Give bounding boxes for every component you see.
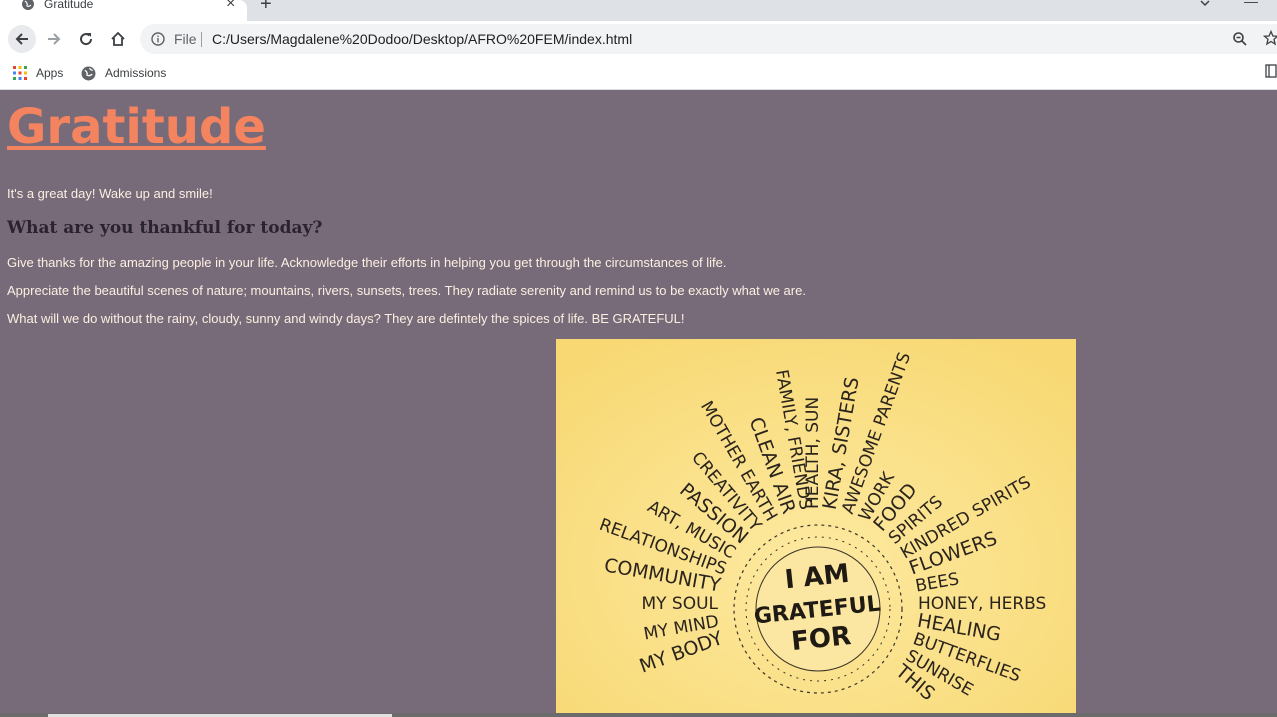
close-tab-icon[interactable]: × <box>226 0 235 12</box>
page-content: Gratitude It's a great day! Wake up and … <box>0 90 1277 717</box>
apps-grid-icon <box>13 66 27 80</box>
info-icon[interactable] <box>151 32 165 46</box>
poster-word: HEALTH, SUN <box>803 397 823 509</box>
address-bar[interactable]: File C:/Users/Magdalene%20Dodoo/Desktop/… <box>140 24 1277 54</box>
reading-list-icon[interactable] <box>1265 64 1277 78</box>
poster-word: HONEY, HERBS <box>918 594 1046 614</box>
paragraph: What will we do without the rainy, cloud… <box>7 311 685 326</box>
reload-button[interactable] <box>72 25 100 53</box>
home-icon <box>111 31 125 46</box>
forward-button[interactable] <box>40 25 68 53</box>
globe-icon <box>81 66 96 80</box>
paragraph: Give thanks for the amazing people in yo… <box>7 255 727 270</box>
poster-artwork: MY BODYMY MINDMY SOULCOMMUNITYRELATIONSH… <box>556 339 1076 717</box>
reload-icon <box>80 33 93 46</box>
subheading: What are you thankful for today? <box>7 218 323 238</box>
home-button[interactable] <box>104 25 132 53</box>
url-text[interactable]: C:/Users/Magdalene%20Dodoo/Desktop/AFRO%… <box>212 31 632 47</box>
bookmark-label: Admissions <box>105 66 167 80</box>
paragraph: Appreciate the beautiful scenes of natur… <box>7 283 806 298</box>
poster-center-line-3: FOR <box>790 621 853 657</box>
bookmark-label: Apps <box>36 66 64 80</box>
tagline: It's a great day! Wake up and smile! <box>7 186 213 201</box>
globe-icon <box>22 0 34 10</box>
new-tab-button[interactable]: + <box>260 0 272 14</box>
arrow-right-icon <box>48 33 61 45</box>
back-button[interactable] <box>8 25 36 53</box>
bookmark-apps[interactable]: Apps <box>13 63 63 83</box>
page-title-link[interactable]: Gratitude <box>7 98 266 156</box>
browser-tab[interactable]: Gratitude × <box>0 0 247 21</box>
arrow-left-icon <box>15 33 28 45</box>
gratitude-poster-image: MY BODY MY MIND MY SOUL COMMUNITY RELATIONSH… <box>556 339 1076 717</box>
bookmarks-bar: Apps Admissions <box>0 57 1277 90</box>
tab-title: Gratitude <box>44 0 94 11</box>
tab-strip: Gratitude × + — <box>0 0 1277 21</box>
star-icon[interactable] <box>1263 30 1277 46</box>
zoom-icon[interactable] <box>1232 31 1248 47</box>
file-label: File <box>174 31 197 47</box>
chevron-down-icon[interactable] <box>1197 0 1213 11</box>
bookmark-admissions[interactable]: Admissions <box>81 63 166 83</box>
minimize-button[interactable]: — <box>1244 0 1258 9</box>
omnibox-divider <box>201 32 202 47</box>
browser-toolbar: File C:/Users/Magdalene%20Dodoo/Desktop/… <box>0 21 1277 57</box>
poster-word: MY SOUL <box>641 594 718 614</box>
